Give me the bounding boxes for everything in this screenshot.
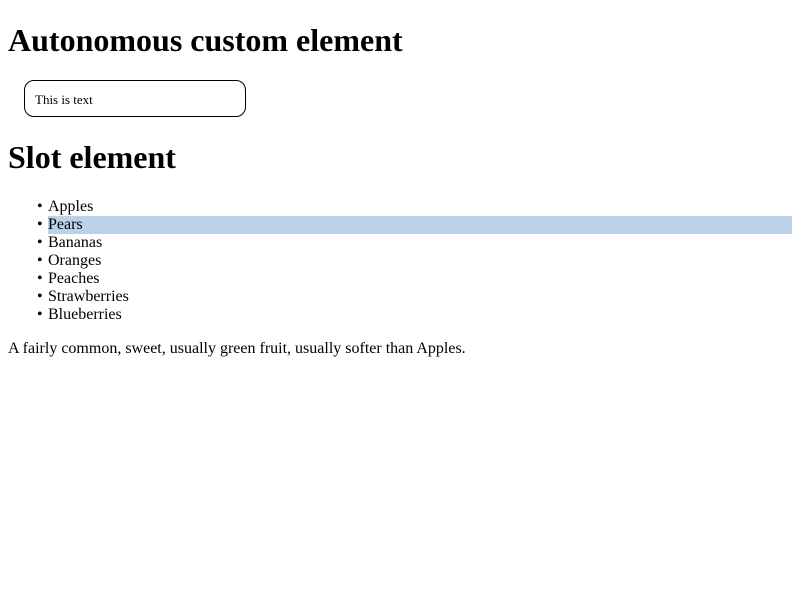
- fruit-label: Apples: [48, 198, 94, 215]
- bullet-icon: •: [37, 252, 43, 269]
- bullet-icon: •: [37, 198, 43, 215]
- fruit-label: Oranges: [48, 252, 102, 269]
- fruit-item-peaches[interactable]: • Peaches: [0, 270, 800, 288]
- bullet-icon: •: [37, 270, 43, 287]
- custom-element-text-box: This is text: [24, 80, 246, 117]
- fruit-item-bananas[interactable]: • Bananas: [0, 234, 800, 252]
- fruit-label: Blueberries: [48, 306, 122, 323]
- bullet-icon: •: [37, 288, 43, 305]
- custom-element-text: This is text: [35, 92, 93, 107]
- custom-element-heading: Autonomous custom element: [8, 22, 403, 58]
- fruit-label: Peaches: [48, 270, 100, 287]
- fruit-item-blueberries[interactable]: • Blueberries: [0, 306, 800, 324]
- fruit-list: • Apples • Pears • Bananas • Oranges • P…: [0, 198, 800, 324]
- bullet-icon: •: [37, 306, 43, 323]
- slot-element-heading: Slot element: [8, 139, 176, 175]
- fruit-item-apples[interactable]: • Apples: [0, 198, 800, 216]
- fruit-label: Bananas: [48, 234, 103, 251]
- fruit-label: Pears: [48, 216, 792, 234]
- fruit-description: A fairly common, sweet, usually green fr…: [8, 340, 466, 357]
- bullet-icon: •: [37, 234, 43, 251]
- fruit-label: Strawberries: [48, 288, 129, 305]
- bullet-icon: •: [37, 216, 43, 233]
- fruit-item-oranges[interactable]: • Oranges: [0, 252, 800, 270]
- fruit-item-pears[interactable]: • Pears: [0, 216, 800, 234]
- fruit-item-strawberries[interactable]: • Strawberries: [0, 288, 800, 306]
